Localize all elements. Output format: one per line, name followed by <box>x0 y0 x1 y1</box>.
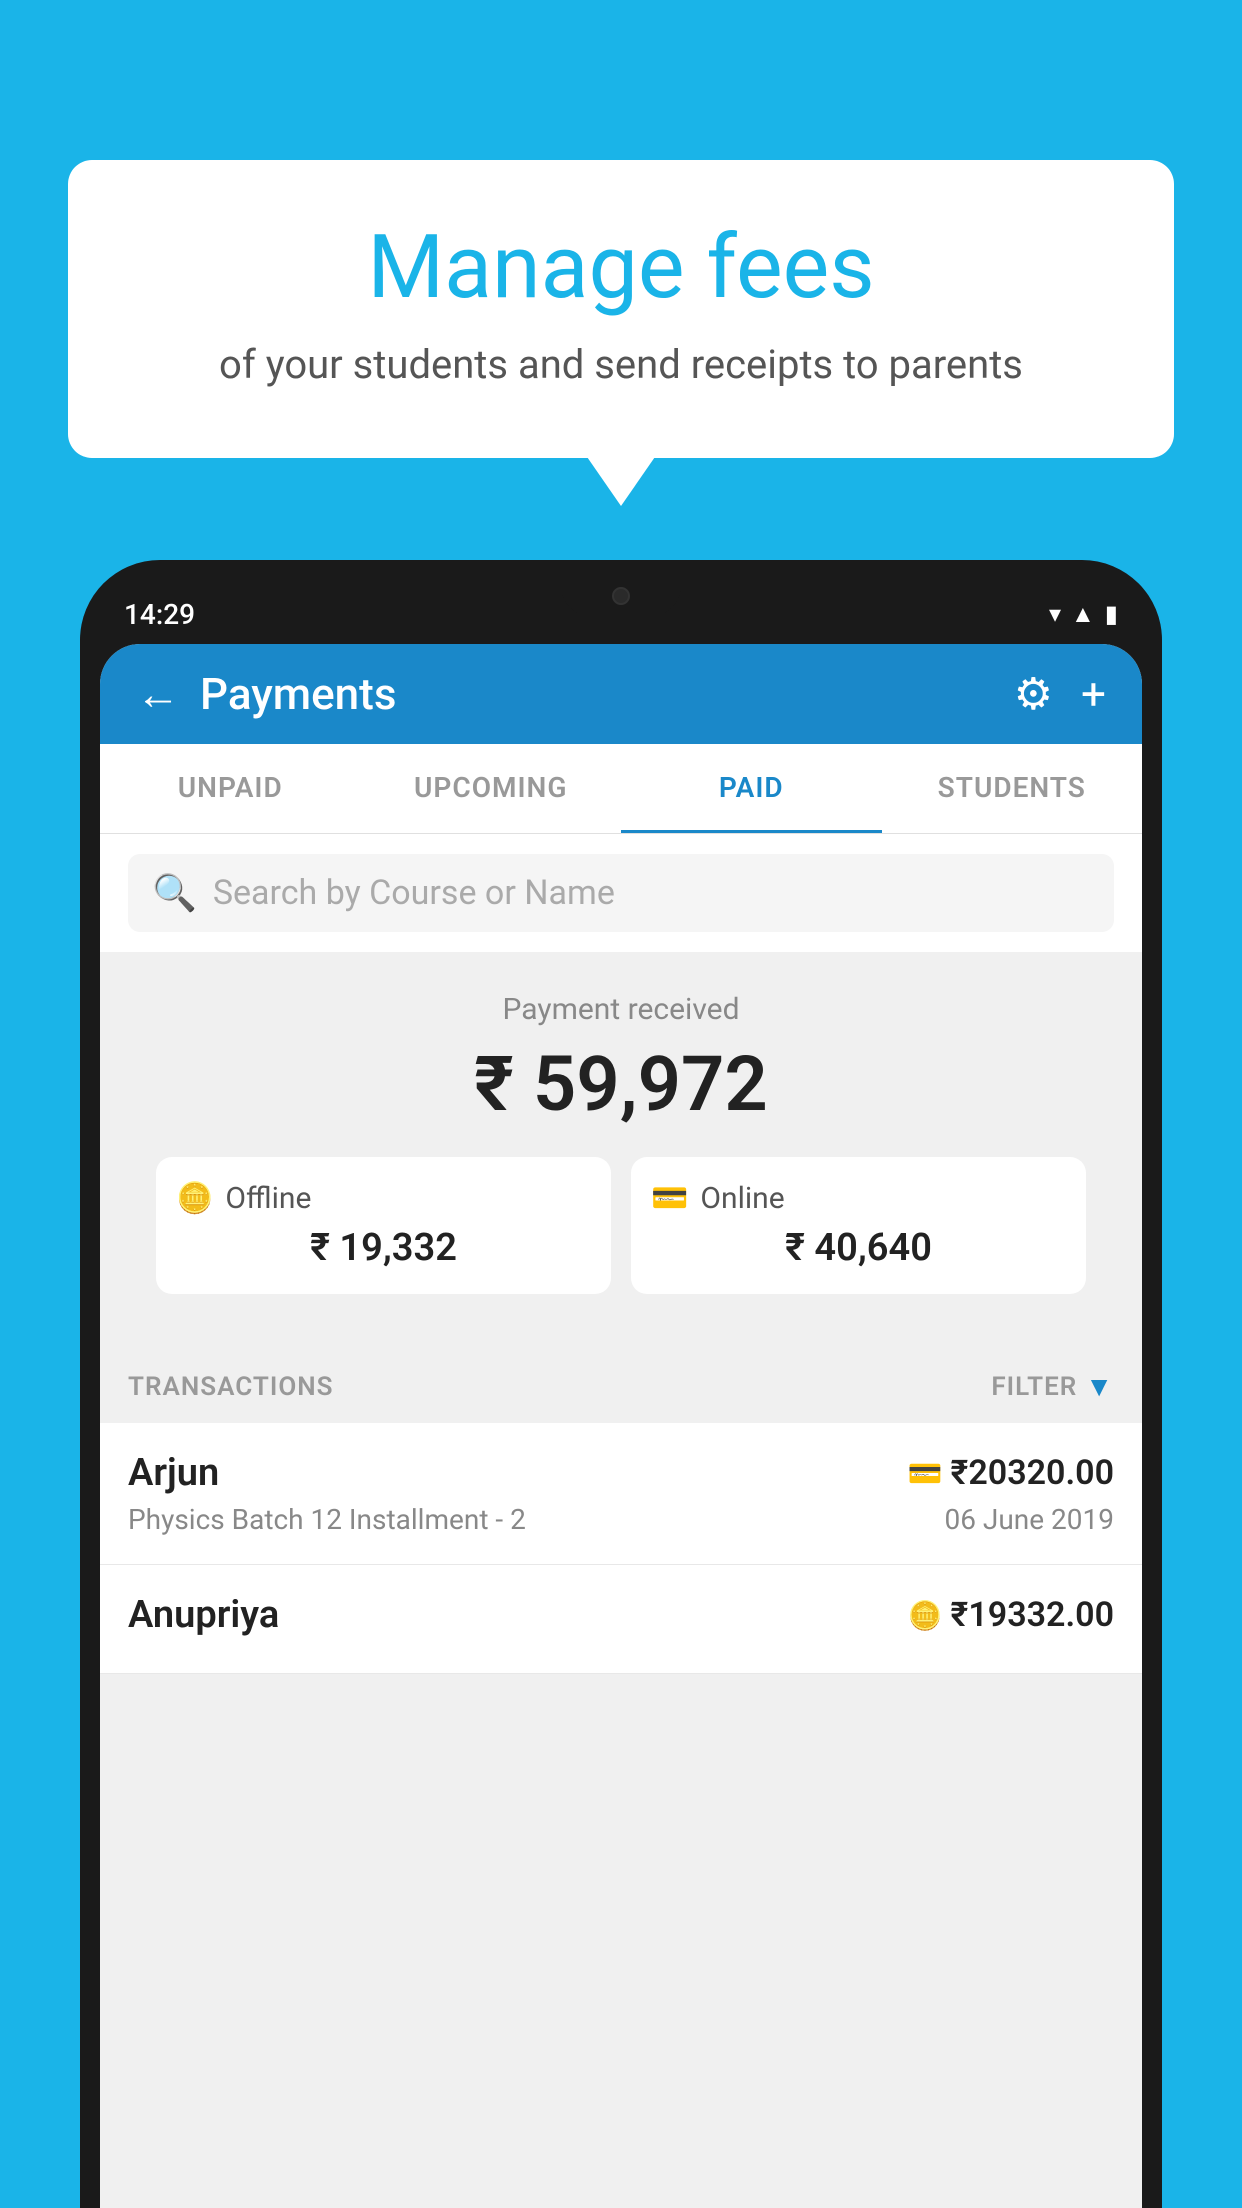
tab-students[interactable]: STUDENTS <box>882 744 1143 833</box>
offline-card-header: 🪙 Offline <box>176 1181 591 1216</box>
filter-button[interactable]: FILTER ▼ <box>991 1370 1114 1403</box>
app-bar-title: Payments <box>200 668 396 720</box>
search-input[interactable]: Search by Course or Name <box>213 873 615 913</box>
student-name-arjun: Arjun <box>128 1451 219 1495</box>
transactions-header: TRANSACTIONS FILTER ▼ <box>100 1350 1142 1423</box>
phone-screen: ← Payments ⚙ + UNPAID UPCOMING PAID STUD… <box>100 644 1142 2208</box>
settings-button[interactable]: ⚙ <box>1014 668 1053 720</box>
online-card-header: 💳 Online <box>651 1181 1066 1216</box>
payment-cards-row: 🪙 Offline ₹ 19,332 💳 Online ₹ 40,640 <box>128 1157 1114 1322</box>
app-bar: ← Payments ⚙ + <box>100 644 1142 744</box>
battery-icon: ▮ <box>1105 600 1118 628</box>
offline-amount: ₹ 19,332 <box>176 1226 591 1270</box>
online-card: 💳 Online ₹ 40,640 <box>631 1157 1086 1294</box>
notch <box>561 576 681 616</box>
online-icon: 💳 <box>651 1181 688 1216</box>
signal-icon: ▲ <box>1071 600 1095 629</box>
add-button[interactable]: + <box>1081 668 1106 720</box>
transaction-amount-arjun: 💳 ₹20320.00 <box>908 1453 1114 1493</box>
tabs-container: UNPAID UPCOMING PAID STUDENTS <box>100 744 1142 834</box>
transaction-row-arjun[interactable]: Arjun 💳 ₹20320.00 Physics Batch 12 Insta… <box>100 1423 1142 1565</box>
transaction-row-anupriya[interactable]: Anupriya 🪙 ₹19332.00 <box>100 1565 1142 1674</box>
online-amount: ₹ 40,640 <box>651 1226 1066 1270</box>
camera-dot <box>612 587 630 605</box>
card-icon-arjun: 💳 <box>908 1457 943 1490</box>
search-icon: 🔍 <box>152 872 197 914</box>
online-label: Online <box>700 1181 784 1216</box>
bubble-title: Manage fees <box>118 220 1124 317</box>
course-info-arjun: Physics Batch 12 Installment - 2 <box>128 1503 526 1536</box>
back-button[interactable]: ← <box>136 668 180 720</box>
payment-total-amount: ₹ 59,972 <box>128 1039 1114 1129</box>
offline-label: Offline <box>225 1181 311 1216</box>
transaction-bottom-arjun: Physics Batch 12 Installment - 2 06 June… <box>128 1503 1114 1536</box>
transaction-top-arjun: Arjun 💳 ₹20320.00 <box>128 1451 1114 1495</box>
tab-paid[interactable]: PAID <box>621 744 882 833</box>
phone-frame: 14:29 ▾ ▲ ▮ ← Payments ⚙ + UNPAID UPCOMI… <box>80 560 1162 2208</box>
transaction-amount-anupriya: 🪙 ₹19332.00 <box>908 1595 1114 1635</box>
wifi-icon: ▾ <box>1049 600 1061 628</box>
offline-icon: 🪙 <box>176 1181 213 1216</box>
offline-card: 🪙 Offline ₹ 19,332 <box>156 1157 611 1294</box>
transactions-label: TRANSACTIONS <box>128 1372 334 1402</box>
status-time: 14:29 <box>124 598 195 631</box>
speech-bubble: Manage fees of your students and send re… <box>68 160 1174 458</box>
bubble-subtitle: of your students and send receipts to pa… <box>118 341 1124 388</box>
tab-unpaid[interactable]: UNPAID <box>100 744 361 833</box>
student-name-anupriya: Anupriya <box>128 1593 279 1637</box>
offline-icon-anupriya: 🪙 <box>908 1599 943 1632</box>
payment-summary: Payment received ₹ 59,972 🪙 Offline ₹ 19… <box>100 952 1142 1350</box>
filter-label: FILTER <box>991 1372 1077 1402</box>
payment-received-label: Payment received <box>128 992 1114 1027</box>
filter-icon: ▼ <box>1085 1370 1114 1403</box>
search-container: 🔍 Search by Course or Name <box>100 834 1142 952</box>
status-icons: ▾ ▲ ▮ <box>1049 600 1118 629</box>
transaction-date-arjun: 06 June 2019 <box>944 1503 1114 1536</box>
transaction-top-anupriya: Anupriya 🪙 ₹19332.00 <box>128 1593 1114 1637</box>
app-bar-left: ← Payments <box>136 668 396 720</box>
tab-upcoming[interactable]: UPCOMING <box>361 744 622 833</box>
app-bar-right: ⚙ + <box>1014 668 1106 720</box>
status-bar: 14:29 ▾ ▲ ▮ <box>100 584 1142 644</box>
search-box[interactable]: 🔍 Search by Course or Name <box>128 854 1114 932</box>
